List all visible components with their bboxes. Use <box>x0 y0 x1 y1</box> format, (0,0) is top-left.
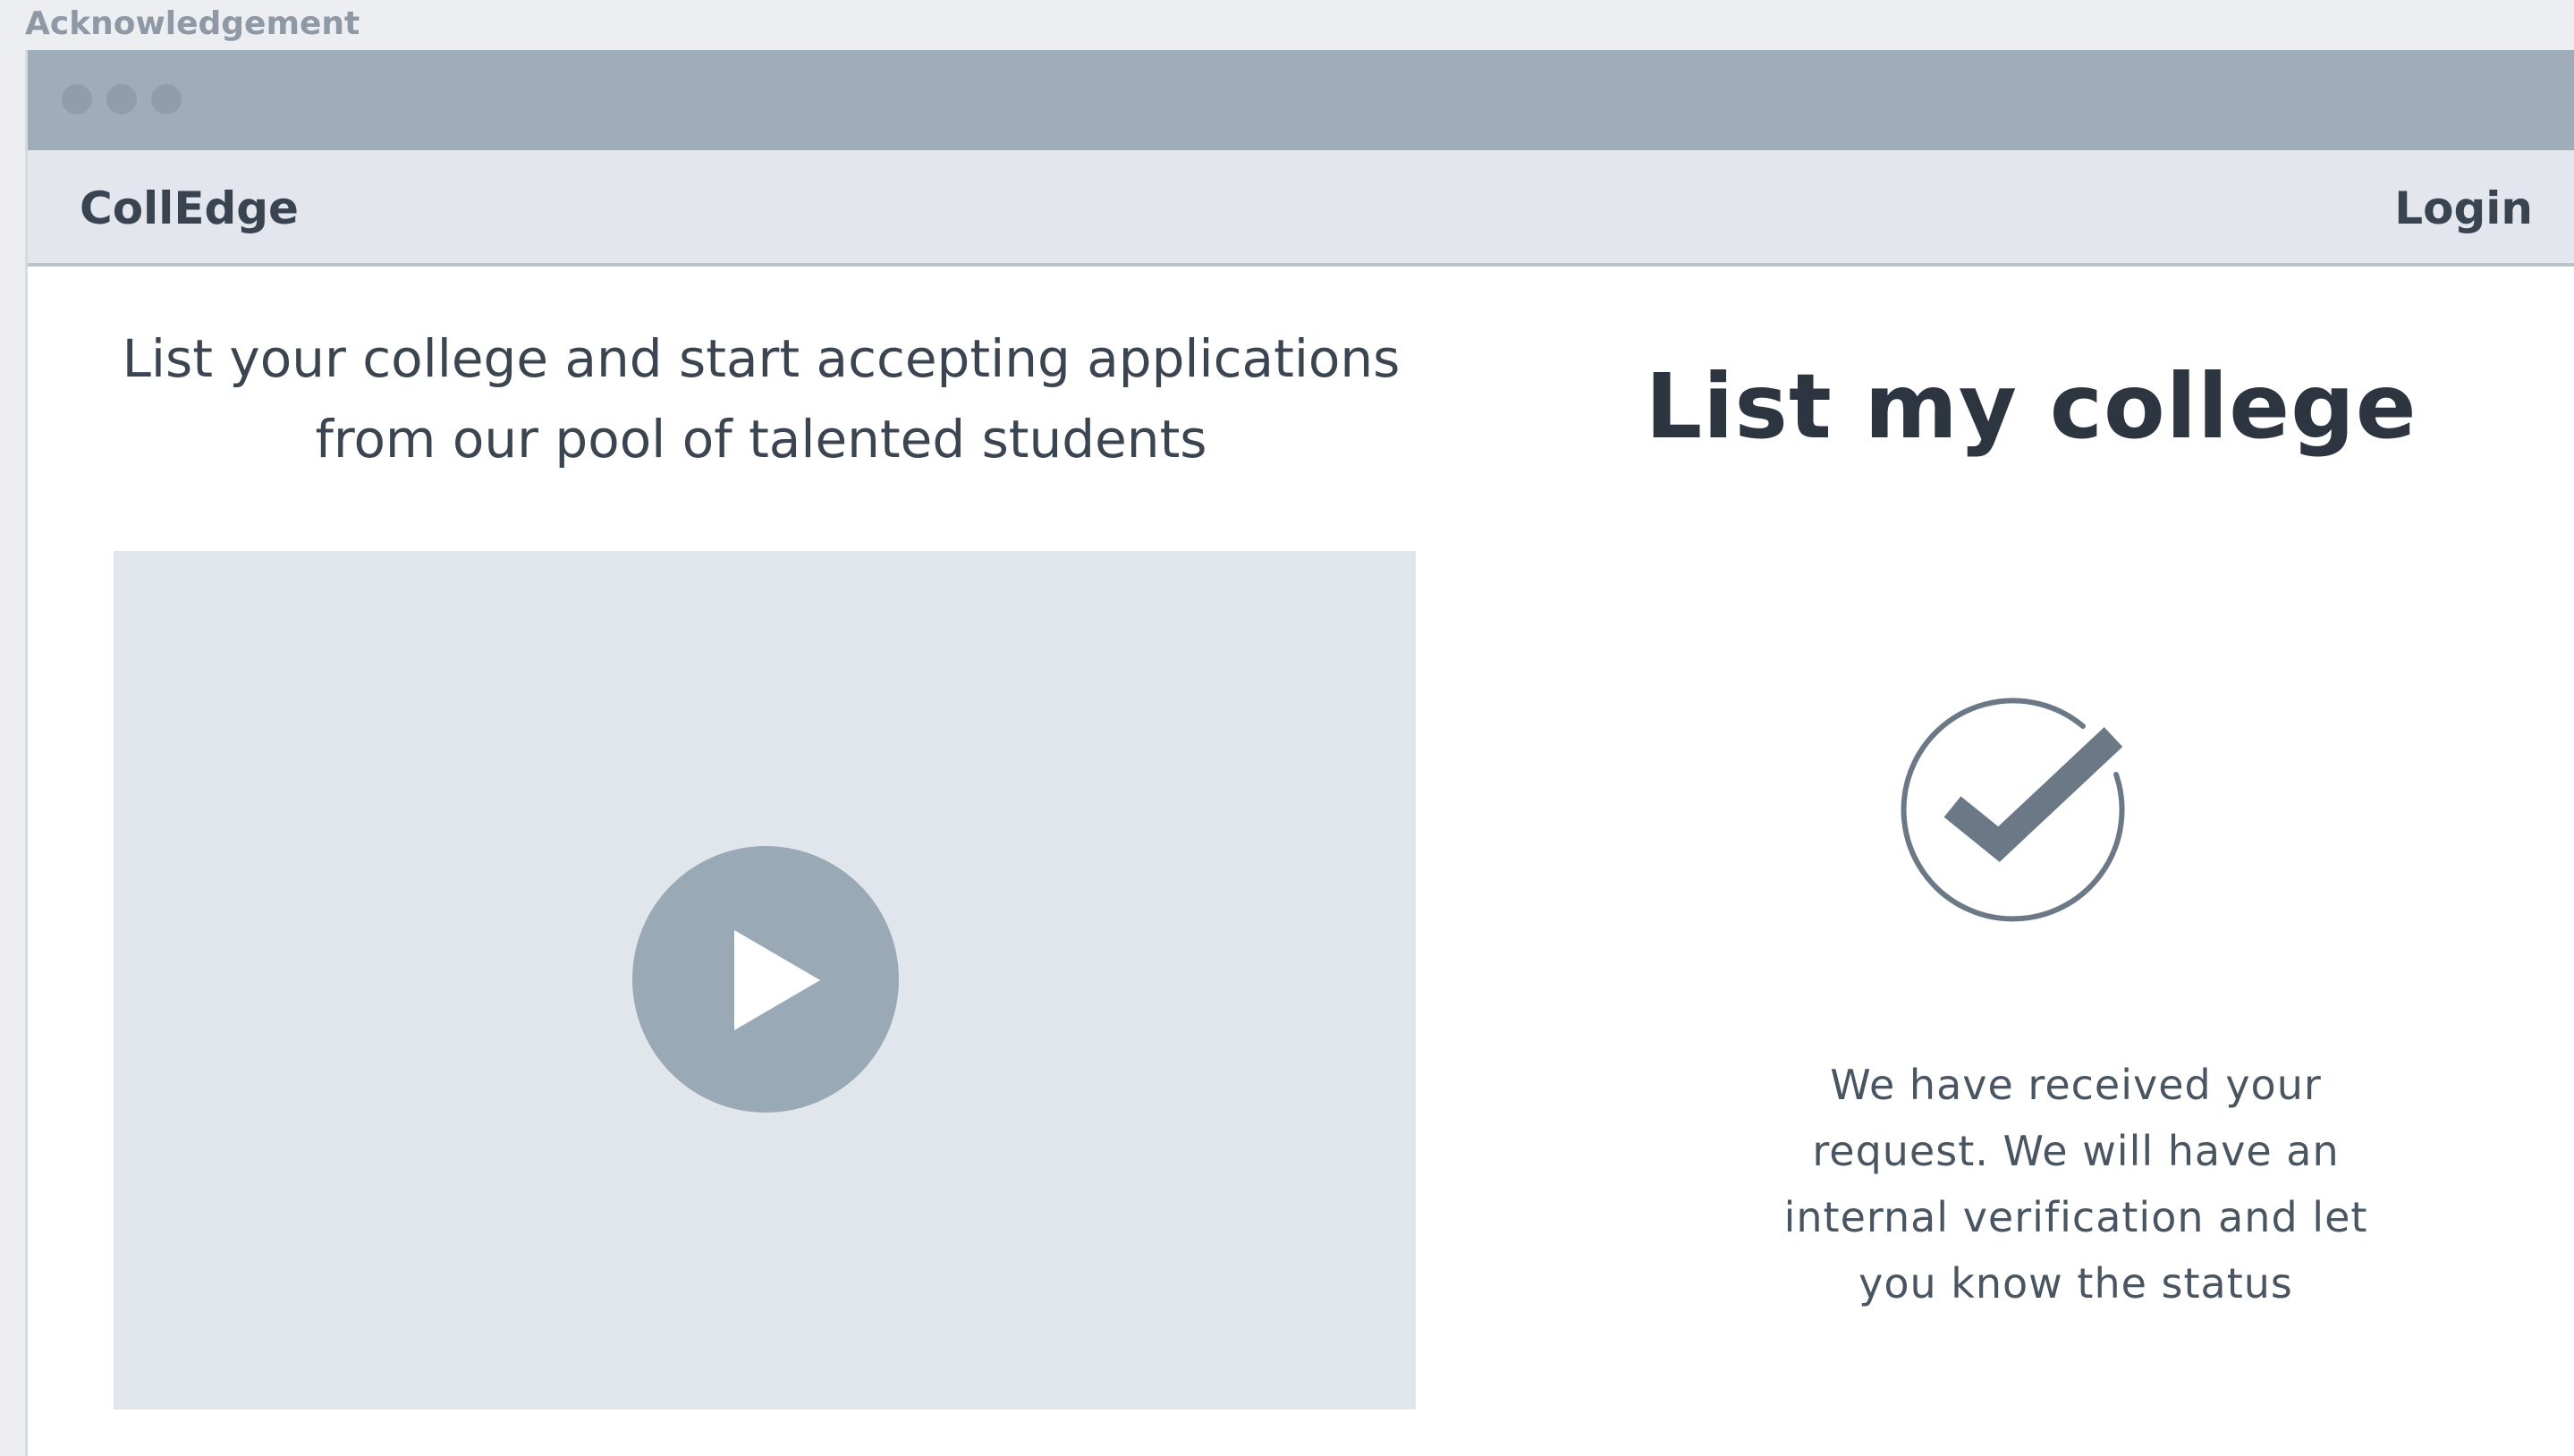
page-title: List my college <box>1645 354 2417 459</box>
window-close-button[interactable] <box>62 84 92 114</box>
top-navbar: CollEdge Login <box>28 150 2574 267</box>
message-line-3: internal verification and let <box>1783 1193 2368 1241</box>
confirmation-message: We have received your request. We will h… <box>1709 1052 2443 1316</box>
check-circle-icon <box>1879 667 2147 935</box>
window-minimize-button[interactable] <box>106 84 137 114</box>
window-titlebar <box>28 50 2574 150</box>
frame-label: Acknowledgement <box>25 5 360 42</box>
message-line-2: request. We will have an <box>1812 1127 2340 1175</box>
tagline-line-2: from our pool of talented students <box>315 409 1207 470</box>
video-player[interactable] <box>114 551 1416 1409</box>
play-icon <box>734 930 820 1030</box>
browser-window: CollEdge Login List your college and sta… <box>25 50 2574 1456</box>
hero-tagline: List your college and start accepting ap… <box>99 318 1423 479</box>
message-line-1: We have received your <box>1830 1061 2322 1109</box>
message-line-4: you know the status <box>1859 1259 2293 1308</box>
window-maximize-button[interactable] <box>151 84 182 114</box>
play-button[interactable] <box>632 846 899 1113</box>
login-link[interactable]: Login <box>2394 182 2533 234</box>
brand-logo[interactable]: CollEdge <box>80 182 299 234</box>
tagline-line-1: List your college and start accepting ap… <box>122 328 1401 389</box>
